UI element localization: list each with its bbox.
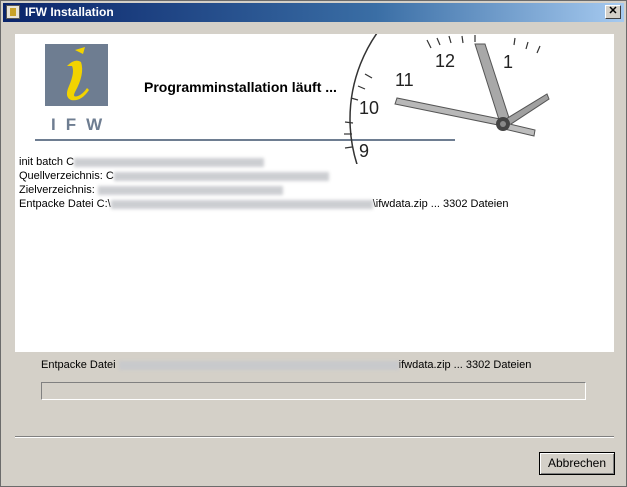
redacted-path	[97, 185, 283, 195]
clock-number-11: 11	[395, 70, 414, 90]
installer-window: IFW Installation ✕ i IFW Programminstall…	[0, 0, 627, 487]
progress-bar	[41, 382, 586, 400]
app-icon	[6, 5, 20, 19]
clock-number-10: 10	[359, 98, 379, 118]
ifw-logo: i IFW	[45, 44, 113, 134]
banner-panel: i IFW Programminstallation läuft ...	[15, 34, 614, 352]
close-icon: ✕	[608, 5, 618, 17]
log-line: init batch C	[19, 155, 508, 169]
log-line: Quellverzeichnis: C	[19, 169, 508, 183]
install-log: init batch C Quellverzeichnis: C Zielver…	[19, 155, 508, 211]
logo-box: i	[45, 44, 108, 106]
title-bar[interactable]: IFW Installation ✕	[3, 3, 624, 22]
redacted-path	[74, 157, 265, 167]
redacted-path	[118, 360, 399, 370]
logo-i-mark: i	[45, 44, 108, 106]
redacted-path	[110, 199, 373, 209]
clock-number-1: 1	[503, 52, 513, 72]
log-line: Zielverzeichnis:	[19, 183, 508, 197]
status-text: Entpacke Datei ifwdata.zip ... 3302 Date…	[41, 359, 532, 371]
logo-wordmark: IFW	[51, 115, 113, 134]
installation-headline: Programminstallation läuft ...	[144, 79, 337, 95]
clock-illustration: 12 11 10 9 1	[344, 34, 550, 164]
button-separator	[15, 436, 614, 438]
close-button[interactable]: ✕	[605, 5, 621, 19]
window-title: IFW Installation	[25, 5, 114, 19]
clock-number-12: 12	[435, 51, 455, 71]
log-line: Entpacke Datei C:\ \ifwdata.zip ... 3302 …	[19, 198, 509, 210]
redacted-path	[113, 171, 329, 181]
cancel-button[interactable]: Abbrechen	[539, 452, 615, 475]
